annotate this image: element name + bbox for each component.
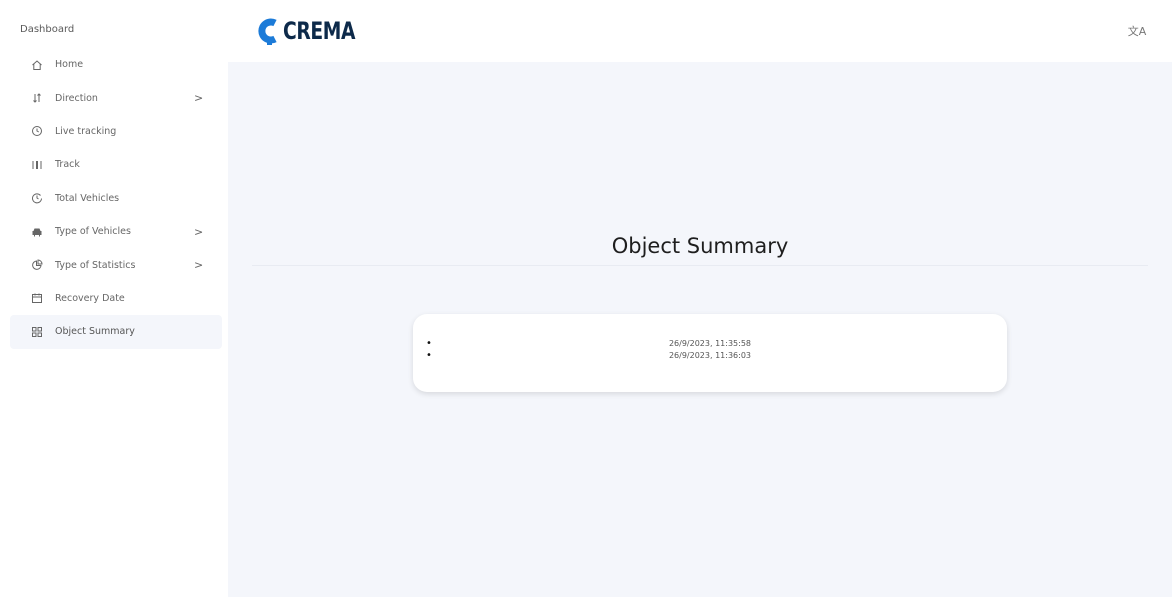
summary-list: • 26/9/2023, 11:35:58 • 26/9/2023, 11:36… (413, 338, 1007, 362)
sidebar-header: Dashboard (20, 24, 75, 35)
grid-icon (30, 325, 44, 339)
translate-icon: 文A (1127, 25, 1147, 38)
calendar-icon (30, 291, 44, 305)
sidebar-item-label: Type of Vehicles (55, 226, 131, 238)
app-root: Dashboard Home Direction > Live tracking… (0, 0, 1172, 597)
clock-icon (30, 124, 44, 138)
bullet: • (426, 338, 432, 349)
bullet: • (426, 350, 432, 361)
car-icon (30, 225, 44, 239)
chevron-right-icon: > (194, 91, 204, 105)
sidebar-item-total-vehicles[interactable]: Total Vehicles (10, 182, 222, 215)
logo[interactable]: CREMA (258, 17, 375, 45)
chevron-right-icon: > (194, 225, 204, 239)
sidebar-item-label: Track (55, 159, 80, 171)
sidebar-item-type-of-vehicles[interactable]: Type of Vehicles > (10, 215, 222, 248)
sidebar-item-live-tracking[interactable]: Live tracking (10, 115, 222, 148)
list-item: • 26/9/2023, 11:36:03 (413, 350, 1007, 362)
sidebar-item-direction[interactable]: Direction > (10, 81, 222, 114)
chevron-right-icon: > (194, 258, 204, 272)
sidebar-item-recovery-date[interactable]: Recovery Date (10, 282, 222, 315)
sidebar-item-label: Direction (55, 92, 98, 104)
list-item: • 26/9/2023, 11:35:58 (413, 338, 1007, 350)
sidebar-item-home[interactable]: Home (10, 48, 222, 81)
history-icon (30, 191, 44, 205)
sort-arrows-icon (30, 91, 44, 105)
logo-text: CREMA (283, 17, 356, 45)
home-icon (30, 58, 44, 72)
sidebar-item-label: Total Vehicles (55, 192, 120, 204)
sidebar-item-label: Type of Statistics (55, 259, 136, 271)
summary-card: • 26/9/2023, 11:35:58 • 26/9/2023, 11:36… (413, 314, 1007, 392)
sidebar-item-label: Object Summary (55, 326, 135, 338)
sidebar-item-type-of-statistics[interactable]: Type of Statistics > (10, 248, 222, 281)
sidebar-item-label: Live tracking (55, 125, 117, 137)
main-content: Object Summary • 26/9/2023, 11:35:58 • 2… (228, 62, 1172, 597)
crema-logo-icon (258, 18, 277, 45)
sidebar-nav: Home Direction > Live tracking Track Tot… (10, 48, 222, 349)
sidebar: Dashboard Home Direction > Live tracking… (0, 0, 228, 597)
sidebar-item-label: Home (55, 59, 84, 71)
summary-timestamp: 26/9/2023, 11:35:58 (668, 339, 752, 348)
divider (252, 265, 1148, 266)
translate-button[interactable]: 文A (1126, 20, 1148, 42)
pie-chart-icon (30, 258, 44, 272)
sidebar-item-track[interactable]: Track (10, 148, 222, 181)
top-header: CREMA 文A (228, 0, 1172, 62)
summary-timestamp: 26/9/2023, 11:36:03 (668, 351, 752, 360)
sidebar-item-object-summary[interactable]: Object Summary (10, 315, 222, 349)
page-title: Object Summary (611, 234, 789, 258)
track-icon (30, 158, 44, 172)
sidebar-item-label: Recovery Date (55, 292, 125, 304)
